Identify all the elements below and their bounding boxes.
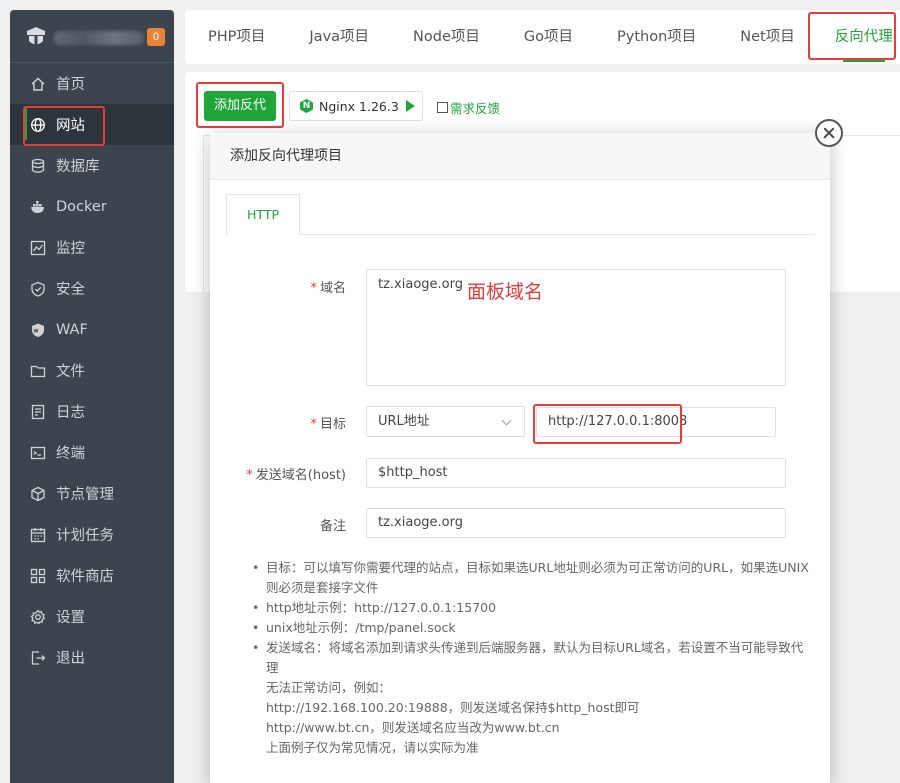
- close-icon[interactable]: [815, 119, 843, 147]
- tip-host-cont-4: 上面例子仅为常见情况，请以实际为准: [266, 740, 479, 755]
- tip-host-cont-1: 无法正常访问，例如：: [266, 680, 392, 695]
- sidebar-item-logs[interactable]: 日志: [10, 391, 174, 432]
- remark-input[interactable]: tz.xiaoge.org: [366, 508, 786, 538]
- dialog-title: 添加反向代理项目: [210, 133, 830, 180]
- home-icon: [30, 76, 46, 92]
- sidebar: 0 首页 网站 数据库 Docker 监控 安全 WAF 文件 日志 终端 节点…: [10, 10, 174, 783]
- sidebar-item-label: 节点管理: [56, 487, 114, 503]
- domain-textarea[interactable]: tz.xiaoge.org: [366, 269, 786, 386]
- tab-php[interactable]: PHP项目: [185, 10, 287, 64]
- nginx-version-label: Nginx 1.26.3: [319, 98, 399, 114]
- tip-target: 目标：可以填写你需要代理的站点，目标如果选URL地址则必须为可正常访问的URL，…: [250, 558, 810, 578]
- grid-icon: [30, 568, 46, 584]
- domain-label: * 域名: [310, 281, 346, 296]
- sidebar-item-logout[interactable]: 退出: [10, 637, 174, 678]
- cube-icon: [30, 486, 46, 502]
- notification-badge[interactable]: 0: [147, 28, 165, 46]
- sidebar-item-home[interactable]: 首页: [10, 63, 174, 104]
- add-proxy-button[interactable]: 添加反代: [204, 91, 276, 121]
- docker-icon: [30, 199, 46, 215]
- target-url-input[interactable]: http://127.0.0.1:8008: [536, 407, 776, 437]
- sidebar-item-label: 终端: [56, 446, 85, 462]
- sidebar-nav: 首页 网站 数据库 Docker 监控 安全 WAF 文件 日志 终端 节点管理…: [10, 63, 174, 678]
- target-type-value: URL地址: [378, 414, 430, 429]
- tab-node[interactable]: Node项目: [391, 10, 502, 64]
- play-icon: [405, 100, 415, 112]
- sidebar-item-label: 日志: [56, 405, 85, 421]
- sidebar-item-files[interactable]: 文件: [10, 350, 174, 391]
- sidebar-item-label: 软件商店: [56, 569, 114, 585]
- target-type-select[interactable]: URL地址: [366, 406, 525, 437]
- sidebar-item-waf[interactable]: WAF: [10, 309, 174, 350]
- waf-shield-icon: [30, 322, 46, 338]
- nginx-icon: N: [300, 99, 313, 113]
- sidebar-item-label: 计划任务: [56, 528, 114, 544]
- help-tips-list: 目标：可以填写你需要代理的站点，目标如果选URL地址则必须为可正常访问的URL，…: [250, 558, 810, 758]
- globe-icon: [30, 117, 46, 133]
- sidebar-item-cron[interactable]: 计划任务: [10, 514, 174, 555]
- sidebar-item-nodes[interactable]: 节点管理: [10, 473, 174, 514]
- tip-http-example: http地址示例：http://127.0.0.1:15700: [250, 598, 810, 618]
- sidebar-item-label: WAF: [56, 321, 88, 338]
- chevron-down-icon: [501, 415, 512, 426]
- tip-host-cont-2: http://192.168.100.20:19888，则发送域名保持$http…: [266, 700, 640, 715]
- sidebar-item-store[interactable]: 软件商店: [10, 555, 174, 596]
- database-icon: [30, 158, 46, 174]
- tip-target-cont: 则必须是套接字文件: [266, 580, 379, 595]
- monitor-icon: [30, 240, 46, 256]
- bt-logo-icon: [27, 27, 45, 45]
- tip-unix-example: unix地址示例：/tmp/panel.sock: [250, 618, 810, 638]
- log-icon: [30, 404, 46, 420]
- sidebar-item-security[interactable]: 安全: [10, 268, 174, 309]
- gear-icon: [30, 608, 46, 625]
- target-label: * 目标: [310, 417, 346, 432]
- sidebar-item-terminal[interactable]: 终端: [10, 432, 174, 473]
- sidebar-header: 0: [10, 10, 174, 63]
- folder-icon: [30, 363, 46, 379]
- host-label: * 发送域名(host): [246, 468, 346, 483]
- tip-host-cont-3: http://www.bt.cn，则发送域名应当改为www.bt.cn: [266, 720, 560, 735]
- tab-reverse-proxy[interactable]: 反向代理: [817, 10, 900, 64]
- tab-java[interactable]: Java项目: [287, 10, 391, 64]
- tip-host: 发送域名：将域名添加到请求头传递到后端服务器，默认为目标URL域名，若设置不当可…: [250, 638, 810, 678]
- host-input[interactable]: $http_host: [366, 458, 786, 488]
- sidebar-item-monitor[interactable]: 监控: [10, 227, 174, 268]
- shield-icon: [30, 281, 46, 297]
- tab-go[interactable]: Go项目: [502, 10, 595, 64]
- sidebar-item-label: 设置: [56, 610, 85, 626]
- sidebar-item-docker[interactable]: Docker: [10, 186, 174, 227]
- panel-domain-annotation: 面板域名: [467, 281, 544, 303]
- feedback-icon: [437, 102, 448, 113]
- remark-label: 备注: [319, 519, 346, 534]
- server-name-blurred: [54, 31, 144, 45]
- sidebar-item-label: 首页: [56, 77, 85, 93]
- sidebar-item-label: 监控: [56, 241, 85, 257]
- nginx-version-button[interactable]: N Nginx 1.26.3: [289, 91, 423, 121]
- sidebar-item-database[interactable]: 数据库: [10, 145, 174, 186]
- calendar-icon: [30, 527, 46, 543]
- sidebar-item-label: 文件: [56, 364, 85, 380]
- feedback-link[interactable]: 需求反馈: [437, 98, 500, 117]
- dialog-tabs: HTTP: [226, 194, 814, 236]
- feedback-label: 需求反馈: [450, 101, 501, 116]
- tab-net[interactable]: Net项目: [718, 10, 816, 64]
- sidebar-item-settings[interactable]: 设置: [10, 596, 174, 637]
- sidebar-item-website[interactable]: 网站: [10, 104, 174, 145]
- sidebar-item-label: 退出: [56, 651, 85, 667]
- logout-icon: [30, 650, 46, 666]
- sidebar-item-label: Docker: [56, 198, 107, 215]
- project-tabs: PHP项目 Java项目 Node项目 Go项目 Python项目 Net项目 …: [185, 10, 900, 64]
- tab-python[interactable]: Python项目: [595, 10, 718, 64]
- sidebar-item-label: 数据库: [56, 159, 100, 175]
- sidebar-item-label: 安全: [56, 282, 85, 298]
- sidebar-item-label: 网站: [56, 118, 85, 134]
- terminal-icon: [30, 445, 46, 461]
- tab-http[interactable]: HTTP: [226, 194, 300, 236]
